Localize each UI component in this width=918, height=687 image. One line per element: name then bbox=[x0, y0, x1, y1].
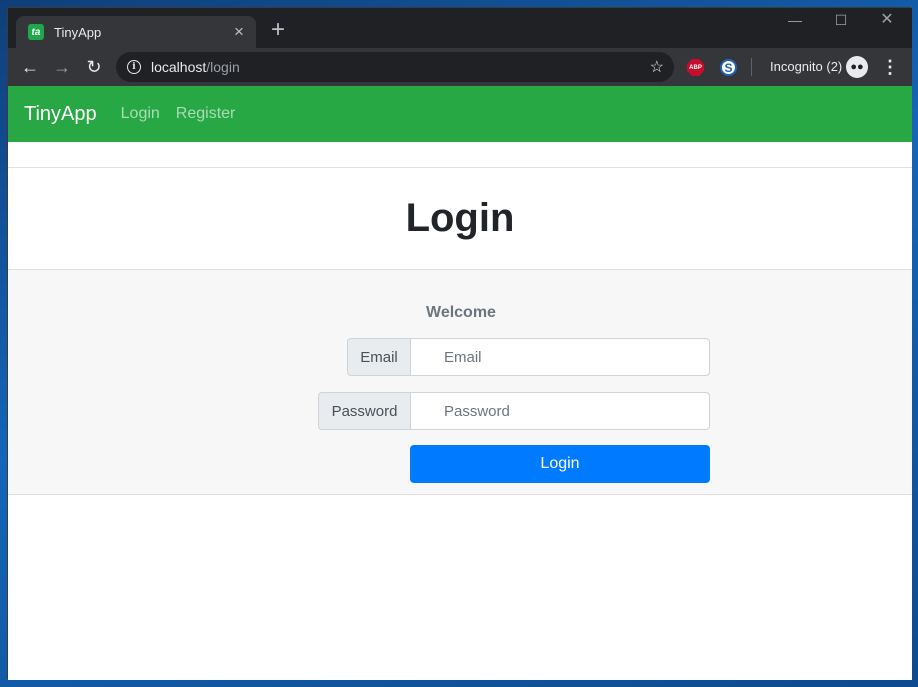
card-header: Login bbox=[8, 168, 912, 270]
more-vert-icon[interactable]: ⋮ bbox=[881, 55, 899, 79]
tab-tinyapp[interactable]: ta TinyApp × bbox=[16, 16, 256, 48]
email-label: Email bbox=[347, 338, 410, 376]
browser-window: ta TinyApp × + — ☐ ✕ ← → ↻ i localhost/l… bbox=[7, 7, 912, 680]
toolbar-divider bbox=[751, 58, 752, 76]
arrow-right-icon[interactable]: → bbox=[50, 55, 74, 79]
extension-s-icon[interactable]: S bbox=[720, 59, 737, 76]
url-path: /login bbox=[206, 59, 240, 75]
info-icon[interactable]: i bbox=[127, 60, 141, 74]
favicon-icon: ta bbox=[28, 24, 44, 40]
incognito-label[interactable]: Incognito (2) bbox=[770, 59, 842, 74]
password-label: Password bbox=[318, 392, 410, 430]
tab-strip: ta TinyApp × + — ☐ ✕ bbox=[8, 8, 912, 48]
brand-link[interactable]: TinyApp bbox=[24, 103, 97, 126]
arrow-left-icon[interactable]: ← bbox=[18, 55, 42, 79]
nav-link-login[interactable]: Login bbox=[121, 105, 160, 123]
welcome-text: Welcome bbox=[426, 304, 496, 321]
page-title: Login bbox=[405, 196, 515, 240]
browser-toolbar: ← → ↻ i localhost/login ☆ ABP S Incognit… bbox=[8, 48, 912, 86]
password-group: Password bbox=[318, 392, 710, 430]
email-field[interactable] bbox=[410, 338, 710, 376]
login-card: Login Welcome Email Password Login bbox=[8, 167, 912, 495]
close-tab-icon[interactable]: × bbox=[228, 23, 250, 40]
maximize-icon[interactable]: ☐ bbox=[818, 8, 864, 34]
new-tab-icon[interactable]: + bbox=[266, 18, 290, 43]
minimize-icon[interactable]: — bbox=[772, 8, 818, 34]
tab-title: TinyApp bbox=[54, 24, 102, 40]
star-icon[interactable]: ☆ bbox=[650, 57, 664, 77]
password-field[interactable] bbox=[410, 392, 710, 430]
page-content: TinyApp Login Register Login Welcome Ema… bbox=[8, 86, 912, 680]
window-close-icon[interactable]: ✕ bbox=[864, 8, 910, 34]
url-host: localhost bbox=[151, 59, 207, 75]
nav-link-register[interactable]: Register bbox=[176, 105, 236, 123]
site-navbar: TinyApp Login Register bbox=[8, 86, 912, 142]
reload-icon[interactable]: ↻ bbox=[82, 55, 106, 79]
adblock-icon[interactable]: ABP bbox=[687, 59, 704, 76]
incognito-icon[interactable]: ●● bbox=[846, 56, 868, 78]
url-text[interactable]: localhost/login bbox=[151, 59, 650, 75]
login-button[interactable]: Login bbox=[410, 445, 710, 483]
address-bar[interactable]: i localhost/login ☆ bbox=[116, 52, 674, 82]
email-group: Email bbox=[347, 338, 710, 376]
